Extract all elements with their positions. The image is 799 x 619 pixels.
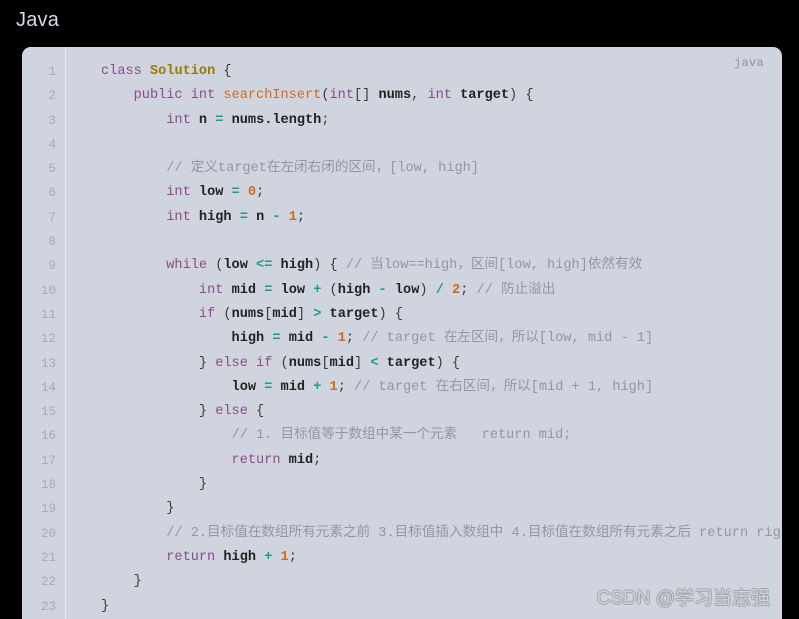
code-line: // 1. 目标值等于数组中某一个元素 return mid; <box>231 428 572 444</box>
line-number: 9 <box>48 259 56 274</box>
code-line: int mid = low + (high - low) / 2; // 防止溢… <box>198 282 556 298</box>
line-number-list: 1 2 3 4 5 6 7 8 9 10 11 12 13 14 15 16 17 18 19 20 21 22 23 <box>22 47 65 619</box>
line-number: 18 <box>40 478 56 493</box>
line-number: 1 <box>48 65 56 79</box>
line-number: 16 <box>40 429 56 444</box>
code-line: public int searchInsert(int[] nums, int … <box>133 88 534 104</box>
code-line: } else if (nums[mid] < target) { <box>101 355 461 371</box>
code-line: // 2.目标值在数组所有元素之前 3.目标值插入数组中 4.目标值在数组所有元… <box>166 525 782 541</box>
line-number: 3 <box>48 113 56 128</box>
line-number: 14 <box>40 380 56 395</box>
code-line: if (nums[mid] > target) { <box>198 306 403 322</box>
code-line: // 定义target在左闭右闭的区间，[low, high] <box>166 161 479 177</box>
code-line: while (low <= high) { // 当low==high，区间[l… <box>166 258 643 274</box>
code-line: return high + 1; <box>166 549 297 565</box>
line-number: 5 <box>48 162 56 177</box>
code-line: int low = 0; <box>166 185 265 201</box>
code-block: java 1 2 3 4 5 6 7 8 9 10 11 12 13 14 15 16 17 18 19 20 21 22… <box>22 47 782 619</box>
line-number: 6 <box>48 186 56 201</box>
line-number: 4 <box>48 137 56 152</box>
line-number: 13 <box>40 356 56 371</box>
code-line: } else { <box>101 404 265 420</box>
line-number: 22 <box>40 575 56 590</box>
line-number: 20 <box>40 526 56 541</box>
code-line: int high = n - 1; <box>166 209 306 225</box>
line-number: 2 <box>48 89 56 104</box>
page-title: Java <box>16 9 60 31</box>
line-number: 17 <box>40 453 56 468</box>
code-line: } <box>101 501 175 517</box>
code-line: } <box>101 598 110 614</box>
line-number-gutter: 1 2 3 4 5 6 7 8 9 10 11 12 13 14 15 16 17 18 19 20 21 22 23 <box>22 47 66 619</box>
line-number: 15 <box>40 405 56 420</box>
line-number: 8 <box>48 235 56 250</box>
code-line: } <box>101 574 142 590</box>
line-number: 19 <box>40 502 56 517</box>
line-number: 23 <box>40 599 56 614</box>
line-number: 7 <box>48 210 56 225</box>
code-line: return mid; <box>231 452 322 468</box>
code-line: class Solution { <box>101 64 232 79</box>
code-line: int n = nums.length; <box>166 112 330 128</box>
line-number: 11 <box>40 307 56 322</box>
code-line: high = mid - 1; // target 在左区间，所以[low, m… <box>231 331 654 347</box>
line-number: 21 <box>40 550 56 565</box>
code-content[interactable]: class Solution { public int searchInsert… <box>67 47 782 619</box>
line-number: 12 <box>40 332 56 347</box>
line-number: 10 <box>40 283 56 298</box>
code-line: } <box>101 477 208 493</box>
code-line: low = mid + 1; // target 在右区间，所以[mid + 1… <box>231 379 654 395</box>
